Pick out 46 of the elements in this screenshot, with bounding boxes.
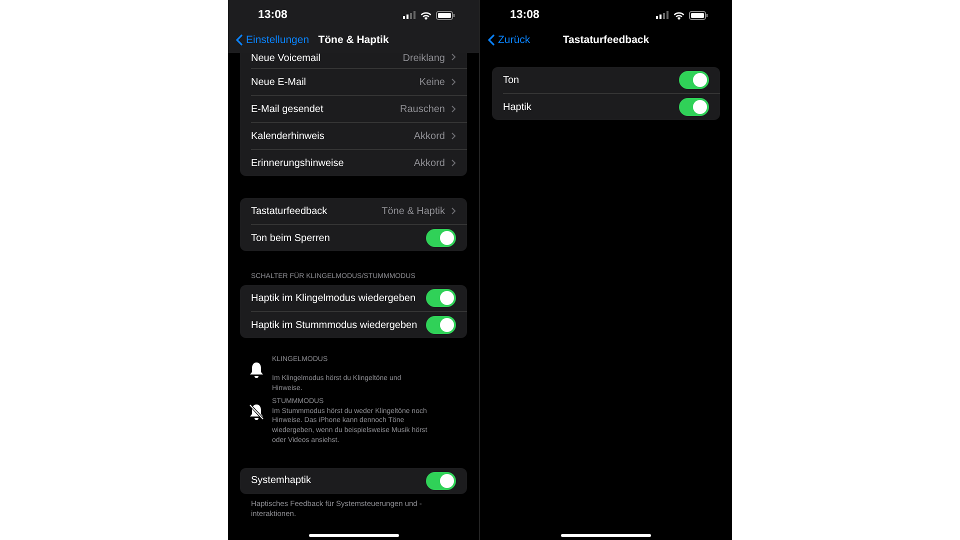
signal-icon <box>403 11 416 19</box>
setting-label: Ton beim Sperren <box>251 232 331 244</box>
chevron-right-icon <box>451 78 456 86</box>
signal-icon <box>656 11 669 19</box>
chevron-left-icon <box>488 34 495 46</box>
chevron-right-icon <box>451 53 456 61</box>
toggle-switch[interactable] <box>426 289 456 307</box>
setting-label: Systemhaptik <box>251 475 312 486</box>
toggle-switch[interactable] <box>426 472 456 490</box>
toggle-switch[interactable] <box>679 71 709 89</box>
chevron-right-icon <box>451 159 456 167</box>
setting-label: Kalenderhinweis <box>251 130 326 142</box>
screen-title: Töne & Haptik <box>318 34 389 46</box>
setting-label: Haptik im Klingelmodus wiedergeben <box>251 292 417 304</box>
wifi-icon <box>673 10 685 20</box>
setting-label: Tastaturfeedback <box>251 206 328 216</box>
status-time: 13:08 <box>258 9 288 21</box>
back-button[interactable]: Zurück <box>488 34 530 46</box>
chevron-right-icon <box>451 105 456 113</box>
setting-label: Ton <box>503 74 520 86</box>
wifi-icon <box>420 10 432 20</box>
setting-label: Neue E-Mail <box>251 76 308 88</box>
bell-slash-icon <box>249 404 264 421</box>
chevron-right-icon <box>451 207 456 215</box>
status-time: 13:08 <box>510 9 540 21</box>
setting-value: Akkord <box>414 158 445 168</box>
setting-value: Rauschen <box>400 104 445 114</box>
setting-label: Haptik im Stummmodus wiedergeben <box>251 320 418 330</box>
chevron-left-icon <box>236 34 243 46</box>
setting-value: Akkord <box>414 130 445 142</box>
battery-icon <box>436 10 455 20</box>
setting-label: Neue Voicemail <box>251 53 322 64</box>
chevron-right-icon <box>451 132 456 140</box>
setting-value: Dreiklang <box>402 53 445 64</box>
toggle-switch[interactable] <box>426 316 456 334</box>
setting-label: Erinnerungshinweise <box>251 158 345 168</box>
bell-icon <box>249 362 264 379</box>
back-button[interactable]: Einstellungen <box>236 34 310 46</box>
battery-icon <box>689 10 708 20</box>
setting-value: Keine <box>419 76 445 88</box>
screen-title: Tastaturfeedback <box>562 34 650 46</box>
setting-value: Töne & Haptik <box>382 206 445 216</box>
setting-label: Haptik <box>503 102 532 112</box>
toggle-switch[interactable] <box>426 229 456 247</box>
setting-label: E-Mail gesendet <box>251 104 324 114</box>
toggle-switch[interactable] <box>679 98 709 116</box>
